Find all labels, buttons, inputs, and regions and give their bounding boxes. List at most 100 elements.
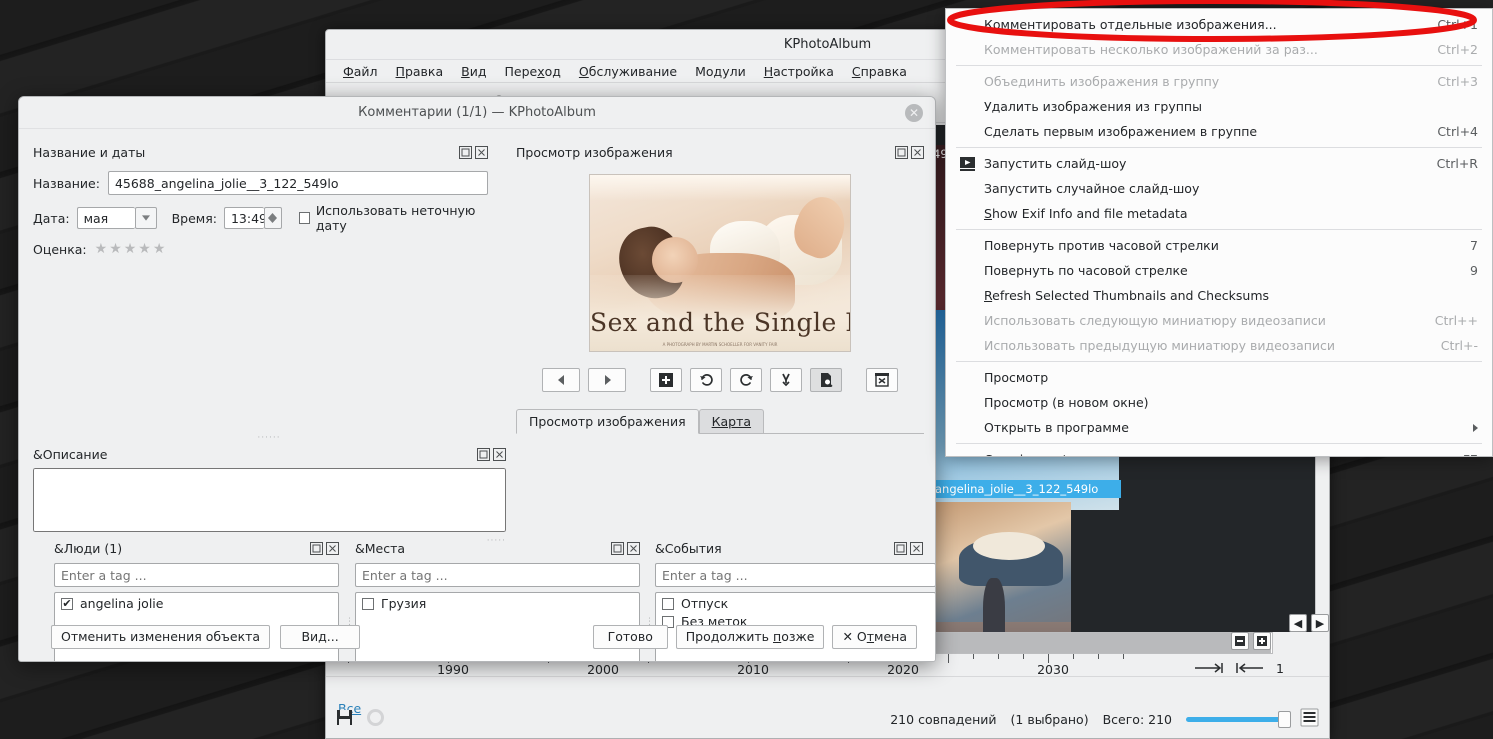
- description-textarea[interactable]: [33, 468, 506, 532]
- save-icon[interactable]: [336, 709, 353, 729]
- menu-item-run-random-slideshow[interactable]: Запустить случайное слайд-шоу: [946, 176, 1492, 201]
- close-icon[interactable]: [627, 542, 640, 555]
- timeline-year: 2020: [887, 662, 919, 677]
- menu-item-refresh-thumbnails[interactable]: Refresh Selected Thumbnails and Checksum…: [946, 283, 1492, 308]
- timeline-prev-button[interactable]: ◀: [1289, 614, 1307, 632]
- timeline-year: 2010: [737, 662, 769, 677]
- dialog-close-button[interactable]: ✕: [905, 104, 923, 122]
- checkbox-checked[interactable]: ✔: [61, 598, 73, 610]
- submenu-arrow-icon: [1473, 420, 1478, 435]
- list-item-label: Отпуск: [681, 596, 728, 611]
- menu-item-rotate-ccw[interactable]: Повернуть против часовой стрелки 7: [946, 233, 1492, 258]
- done-button[interactable]: Готово: [593, 625, 668, 649]
- float-icon[interactable]: [459, 146, 472, 159]
- time-spinner[interactable]: [264, 207, 282, 229]
- date-dropdown-arrow[interactable]: [135, 207, 157, 229]
- fuzzy-date-label: Использовать неточную дату: [316, 203, 488, 233]
- events-tag-input[interactable]: [655, 563, 936, 587]
- next-image-button[interactable]: [588, 368, 626, 392]
- tab-map[interactable]: Карта: [699, 409, 764, 433]
- list-item[interactable]: Отпуск: [656, 593, 935, 614]
- list-item[interactable]: Грузия: [356, 593, 639, 614]
- menu-item-remove-from-stack[interactable]: Удалить изображения из группы: [946, 94, 1492, 119]
- menu-item-view-new-window[interactable]: Просмотр (в новом окне): [946, 390, 1492, 415]
- image-preview-credit: A PHOTOGRAPH BY MARTIN SCHOELLER FOR VAN…: [590, 342, 850, 347]
- menu-item-set-stack-head[interactable]: Сделать первым изображением в группе Ctr…: [946, 119, 1492, 144]
- preview-tabstrip[interactable]: Просмотр изображения Карта: [516, 408, 924, 434]
- timeline-zoom-out-button[interactable]: [1231, 632, 1249, 650]
- checkbox-unchecked[interactable]: [362, 598, 374, 610]
- people-tag-input[interactable]: [54, 563, 339, 587]
- close-icon[interactable]: [911, 146, 924, 159]
- timeline-zoom-in-button[interactable]: [1253, 632, 1271, 650]
- menu-item-view[interactable]: Просмотр: [946, 365, 1492, 390]
- tab-image-preview[interactable]: Просмотр изображения: [516, 409, 699, 434]
- add-tag-area-button[interactable]: [650, 368, 682, 392]
- menu-help[interactable]: Справка: [843, 62, 916, 81]
- date-value[interactable]: мая 2005: [77, 207, 135, 229]
- float-icon[interactable]: [895, 146, 908, 159]
- close-icon[interactable]: [493, 448, 506, 461]
- thumbnail-size-slider[interactable]: [1186, 717, 1286, 722]
- menu-item-prev-video-thumbnail[interactable]: Использовать предыдущую миниатюру видеоз…: [946, 333, 1492, 358]
- menu-settings[interactable]: Настройка: [755, 62, 843, 81]
- timeline-next-button[interactable]: ▶: [1311, 614, 1329, 632]
- list-item[interactable]: ✔ angelina jolie: [55, 593, 338, 614]
- checkbox-unchecked[interactable]: [662, 598, 674, 610]
- menu-item-copy-image-to[interactable]: Copy image to ... F7: [946, 447, 1492, 457]
- show-exif-button[interactable]: [810, 368, 842, 392]
- float-icon[interactable]: [477, 448, 490, 461]
- status-selected: (1 выбрано): [1011, 712, 1089, 727]
- menu-view[interactable]: Вид: [452, 62, 495, 81]
- dialog-titlebar: Комментарии (1/1) — KPhotoAlbum ✕: [19, 97, 935, 129]
- menu-edit[interactable]: Правка: [387, 62, 453, 81]
- places-dock-header: &Места: [355, 541, 640, 556]
- menu-item-next-video-thumbnail[interactable]: Использовать следующую миниатюру видеоза…: [946, 308, 1492, 333]
- menu-plugins[interactable]: Модули: [686, 62, 755, 81]
- float-icon[interactable]: [611, 542, 624, 555]
- events-header-label: &События: [655, 541, 722, 556]
- status-total: Всего: 210: [1103, 712, 1172, 727]
- cancel-button[interactable]: ✕ Отмена: [832, 625, 917, 649]
- menu-go[interactable]: Переход: [495, 62, 569, 81]
- thumbnail-item-selected[interactable]: angelina_jolie__3_122_549lo: [931, 480, 1121, 633]
- splitter-handle-horizontal[interactable]: ······: [239, 433, 299, 443]
- menu-item-show-exif[interactable]: Show Exif Info and file metadata: [946, 201, 1492, 226]
- title-dates-dock-header: Название и даты: [33, 145, 488, 160]
- revert-changes-button[interactable]: Отменить изменения объекта: [51, 625, 270, 649]
- view-button[interactable]: Вид...: [280, 625, 360, 649]
- close-icon[interactable]: [910, 542, 923, 555]
- timeline-year: 1990: [437, 662, 469, 677]
- rating-stars[interactable]: ★★★★★: [95, 241, 168, 257]
- menu-item-rotate-cw[interactable]: Повернуть по часовой стрелке 9: [946, 258, 1492, 283]
- places-tag-input[interactable]: [355, 563, 640, 587]
- menu-item-merge-into-stack[interactable]: Объединить изображения в группу Ctrl+3: [946, 69, 1492, 94]
- float-icon[interactable]: [310, 542, 323, 555]
- list-view-icon[interactable]: [1300, 708, 1319, 730]
- cancel-icon: ✕: [842, 629, 852, 644]
- close-icon[interactable]: [475, 146, 488, 159]
- time-value[interactable]: 13:49: [224, 207, 264, 229]
- name-input[interactable]: [108, 171, 488, 195]
- status-matches: 210 совпадений: [890, 712, 996, 727]
- rotate-cw-button[interactable]: [730, 368, 762, 392]
- places-header-label: &Места: [355, 541, 405, 556]
- menu-maintenance[interactable]: Обслуживание: [570, 62, 686, 81]
- continue-later-button[interactable]: Продолжить позже: [676, 625, 825, 649]
- close-icon[interactable]: [326, 542, 339, 555]
- copy-previous-button[interactable]: [770, 368, 802, 392]
- menu-item-run-slideshow[interactable]: Запустить слайд-шоу Ctrl+R: [946, 151, 1492, 176]
- rotate-ccw-button[interactable]: [690, 368, 722, 392]
- menu-item-annotate-individual[interactable]: Комментировать отдельные изображения... …: [946, 12, 1492, 37]
- context-menu[interactable]: Комментировать отдельные изображения... …: [945, 8, 1493, 457]
- menu-item-open-with[interactable]: Открыть в программе: [946, 415, 1492, 440]
- description-dock-header: &Описание: [33, 447, 506, 462]
- float-icon[interactable]: [894, 542, 907, 555]
- fuzzy-date-checkbox[interactable]: [299, 212, 310, 224]
- menu-file[interactable]: Файл: [334, 62, 387, 81]
- prev-image-button[interactable]: [542, 368, 580, 392]
- menu-item-annotate-multiple[interactable]: Комментировать несколько изображений за …: [946, 37, 1492, 62]
- image-preview[interactable]: Sex and the Single Mom A PHOTOGRAPH BY M…: [589, 174, 851, 352]
- menu-separator: [956, 443, 1482, 444]
- delete-image-button[interactable]: [866, 368, 898, 392]
